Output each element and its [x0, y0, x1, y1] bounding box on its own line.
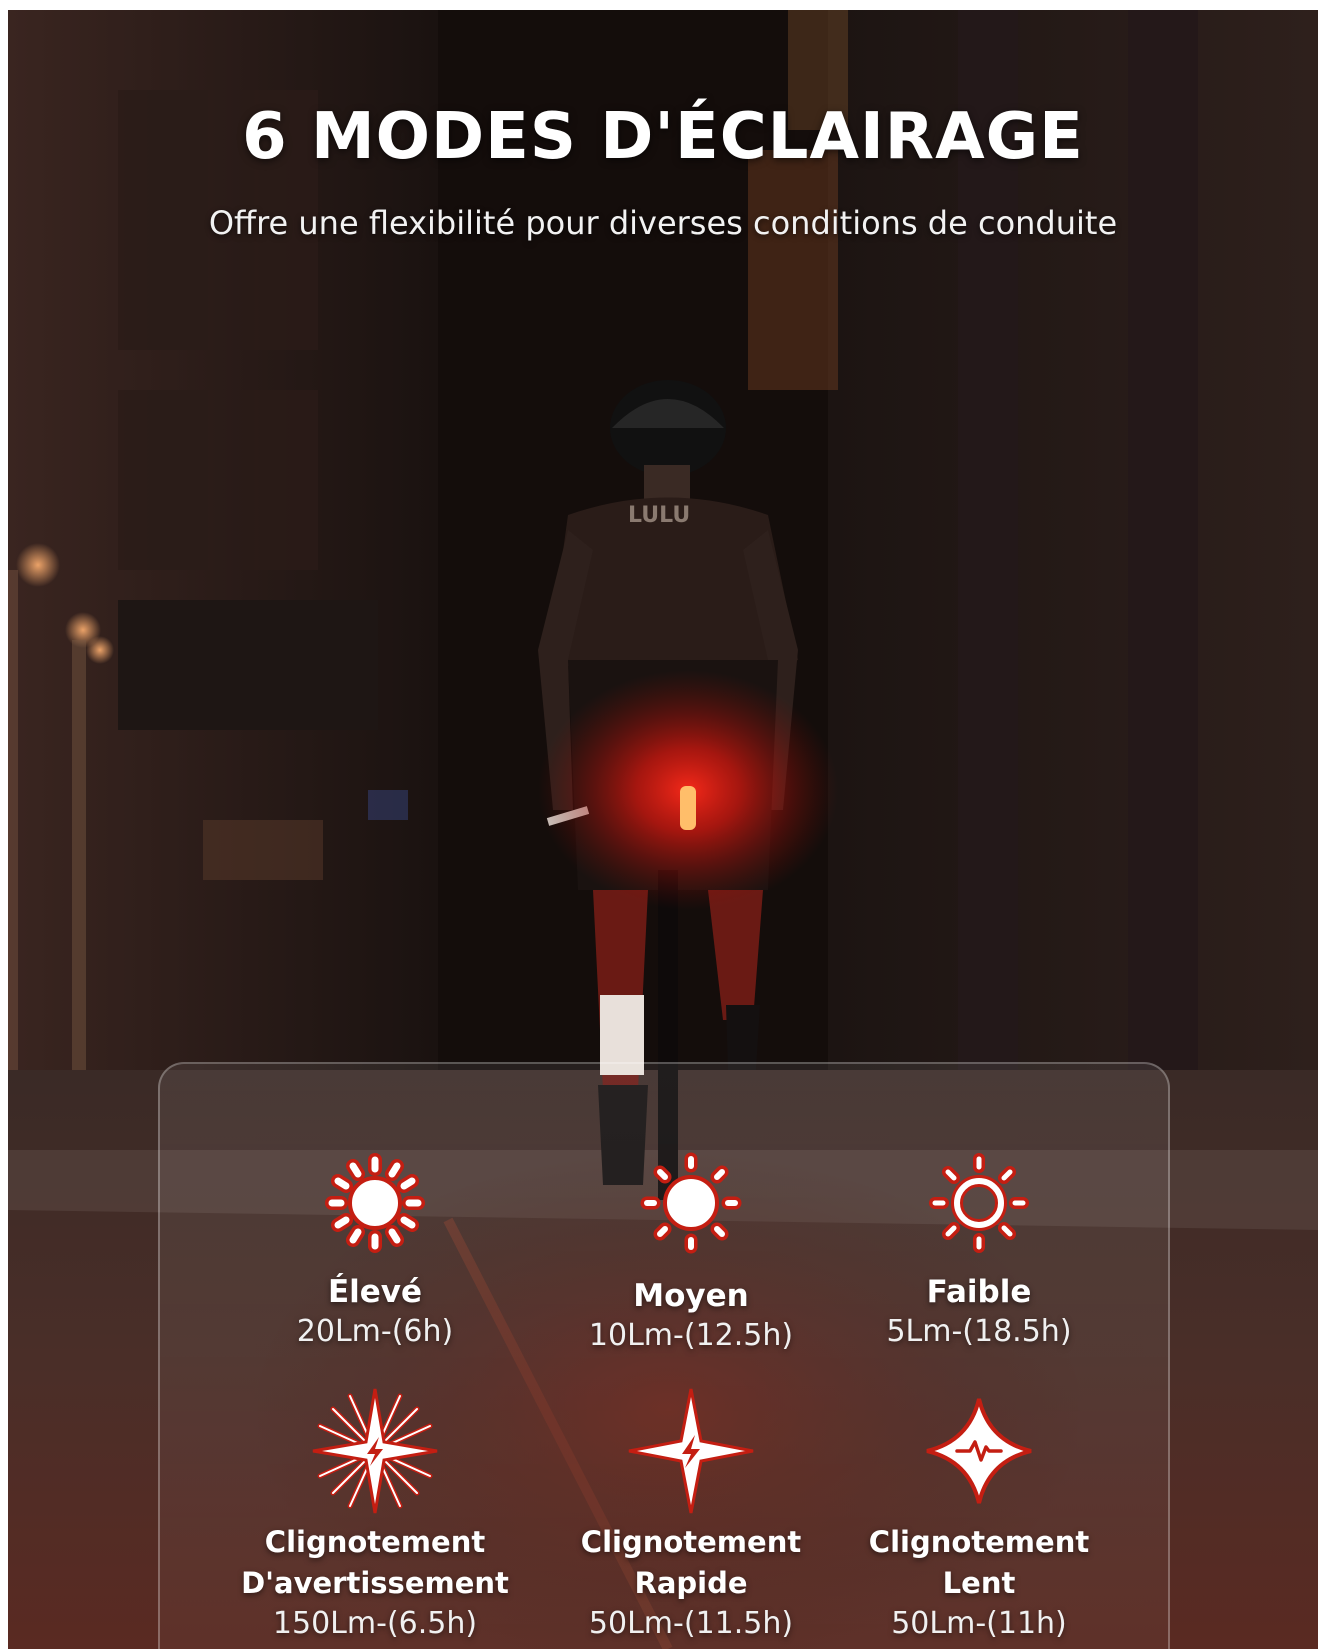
mode-spec: 20Lm-(6h) [296, 1314, 454, 1349]
mode-spec: 150Lm-(6.5h) [272, 1606, 478, 1641]
mode-medium: Moyen 10Lm-(12.5h) [531, 1148, 851, 1356]
mode-title-line1: Clignotement [580, 1525, 802, 1559]
slow-flash-icon [926, 1398, 1032, 1504]
mode-title-line1: Clignotement [264, 1525, 486, 1559]
sun-outline-icon [929, 1153, 1029, 1253]
mode-title-line2: Rapide [634, 1566, 748, 1600]
mode-spec: 50Lm-(11h) [891, 1606, 1067, 1641]
mode-low: Faible 5Lm-(18.5h) [819, 1148, 1139, 1352]
sun-medium-icon [640, 1152, 742, 1254]
page-title: 6 MODES D'ÉCLAIRAGE [242, 100, 1084, 174]
mode-title-line1: Clignotement [868, 1525, 1090, 1559]
warning-flash-icon [312, 1388, 438, 1514]
sun-filled-icon [325, 1153, 425, 1253]
mode-title: Moyen [633, 1278, 749, 1314]
mode-title-line2: Lent [942, 1566, 1016, 1600]
mode-title: Faible [926, 1274, 1032, 1310]
page-subtitle: Offre une flexibilité pour diverses cond… [208, 204, 1118, 242]
mode-spec: 5Lm-(18.5h) [886, 1314, 1072, 1349]
mode-title: Élevé [327, 1274, 423, 1310]
mode-spec: 10Lm-(12.5h) [588, 1318, 794, 1353]
mode-warning-flash: Clignotement D'avertissement 150Lm-(6.5h… [215, 1386, 535, 1644]
product-banner: LULU 6 MODES D'ÉCLAIRAGE Offre une flexi… [8, 10, 1318, 1649]
jersey-text: LULU [628, 503, 690, 528]
fast-flash-icon [628, 1388, 754, 1514]
mode-fast-flash: Clignotement Rapide 50Lm-(11.5h) [531, 1386, 851, 1644]
mode-slow-flash: Clignotement Lent 50Lm-(11h) [819, 1386, 1139, 1644]
mode-title-line2: D'avertissement [241, 1566, 509, 1600]
mode-high: Élevé 20Lm-(6h) [215, 1148, 535, 1352]
mode-spec: 50Lm-(11.5h) [588, 1606, 794, 1641]
